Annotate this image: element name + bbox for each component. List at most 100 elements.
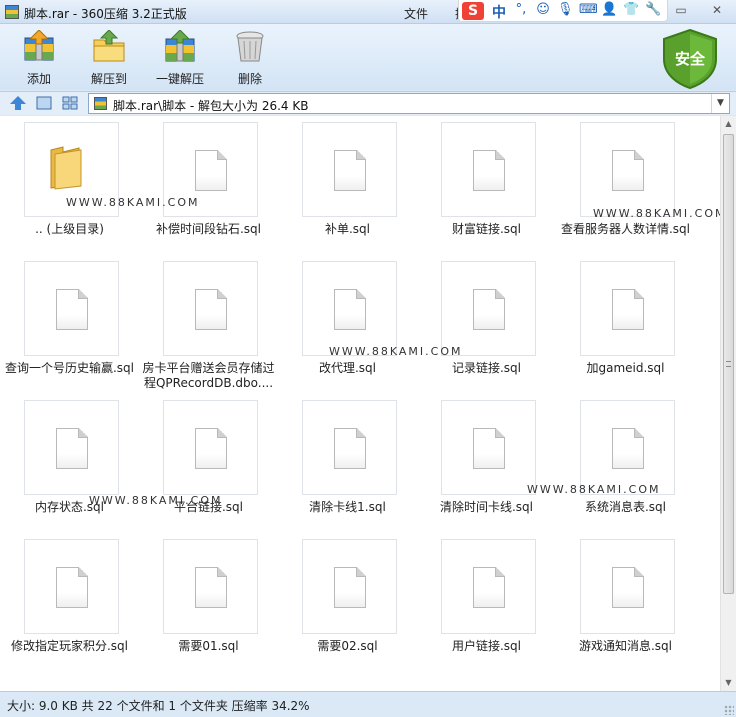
add-button[interactable]: 添加 [22, 29, 56, 87]
file-item[interactable]: 房卡平台赠送会员存储过程QPRecordDB.dbo.... [139, 255, 278, 393]
one-click-extract-button[interactable]: 一键解压 [155, 29, 205, 87]
file-item[interactable]: 清除时间卡线.sql [417, 394, 556, 532]
file-item[interactable]: 补偿时间段钻石.sql [139, 116, 278, 254]
delete-button[interactable]: 删除 [233, 30, 267, 87]
navigation-bar: 脚本.rar\脚本 - 解包大小为 26.4 KB ▼ [0, 91, 736, 115]
delete-label: 删除 [237, 72, 262, 86]
file-thumbnail [302, 122, 397, 217]
document-icon [56, 289, 88, 330]
scroll-down-icon[interactable]: ▼ [721, 675, 736, 691]
file-item[interactable]: 记录链接.sql [417, 255, 556, 393]
watermark: WWW.88KAMI.COM [89, 494, 223, 507]
scroll-up-icon[interactable]: ▲ [721, 116, 736, 132]
path-text: 脚本.rar\脚本 - 解包大小为 26.4 KB [113, 99, 309, 113]
file-thumbnail [441, 261, 536, 356]
file-thumbnail [441, 539, 536, 634]
file-list: .. (上级目录) 补偿时间段钻石.sql 补单.sql 财富链接.sql 查看服务器人… [0, 116, 720, 691]
window-title: 脚本.rar - 360压缩 3.2正式版 [24, 7, 187, 21]
vertical-scrollbar[interactable]: ▲ ▼ [720, 116, 736, 691]
person-icon[interactable]: 👤 [601, 2, 617, 18]
file-name: 清除卡线1.sql [309, 500, 386, 514]
wrench-icon[interactable]: 🔧 [645, 2, 661, 18]
punct-icon[interactable]: °, [513, 2, 529, 18]
file-item[interactable]: 清除卡线1.sql [278, 394, 417, 532]
file-name: 房卡平台赠送会员存储过程QPRecordDB.dbo.... [142, 361, 275, 390]
file-thumbnail [580, 261, 675, 356]
document-icon [473, 150, 505, 191]
archive-icon [94, 97, 107, 110]
grip-icon [726, 361, 731, 367]
menu-file[interactable]: 文件 [404, 5, 428, 22]
mic-icon[interactable]: 🎙 [557, 2, 574, 18]
file-thumbnail [24, 400, 119, 495]
file-name: 财富链接.sql [451, 222, 522, 236]
app-icon [5, 5, 19, 19]
one-click-extract-icon [163, 29, 197, 64]
toolbar: 添加 解压到 一键解压 删除 [0, 24, 736, 90]
file-thumbnail [302, 261, 397, 356]
scroll-thumb[interactable] [723, 134, 734, 594]
file-item[interactable]: 游戏通知消息.sql [556, 533, 695, 671]
folder-icon [49, 146, 83, 190]
file-name: 加gameid.sql [586, 361, 665, 375]
file-item[interactable]: 改代理.sql [278, 255, 417, 393]
document-icon [56, 428, 88, 469]
list-view-icon[interactable] [62, 96, 78, 110]
emoji-icon[interactable]: ☺ [535, 2, 551, 18]
parent-folder-item[interactable]: .. (上级目录) [0, 116, 139, 254]
file-name: 记录链接.sql [451, 361, 522, 375]
file-item[interactable]: 需要01.sql [139, 533, 278, 671]
one-click-extract-label: 一键解压 [155, 72, 204, 86]
file-item[interactable]: 需要02.sql [278, 533, 417, 671]
large-icons-view-icon[interactable] [36, 96, 52, 110]
file-thumbnail [441, 122, 536, 217]
file-name: 需要01.sql [178, 639, 239, 653]
document-icon [473, 567, 505, 608]
file-item[interactable]: 修改指定玩家积分.sql [0, 533, 139, 671]
up-arrow-icon[interactable] [10, 96, 26, 110]
file-item[interactable]: 加gameid.sql [556, 255, 695, 393]
status-bar: 大小: 9.0 KB 共 22 个文件和 1 个文件夹 压缩率 34.2% [0, 691, 736, 717]
file-thumbnail [580, 122, 675, 217]
resize-grip-icon[interactable] [724, 705, 734, 715]
file-item[interactable]: 查看服务器人数详情.sql [556, 116, 695, 254]
file-item[interactable]: 补单.sql [278, 116, 417, 254]
security-shield-icon[interactable]: 安全 [662, 28, 718, 90]
document-icon [195, 289, 227, 330]
ime-language-toggle[interactable]: 中 [492, 2, 506, 22]
file-item[interactable]: 财富链接.sql [417, 116, 556, 254]
file-item[interactable]: 内存状态.sql [0, 394, 139, 532]
close-button[interactable]: ✕ [706, 2, 728, 19]
file-thumbnail [302, 539, 397, 634]
file-thumbnail [163, 400, 258, 495]
minimize-button[interactable]: ▭ [670, 2, 692, 19]
watermark: WWW.88KAMI.COM [527, 483, 661, 496]
file-thumbnail [441, 400, 536, 495]
document-icon [612, 150, 644, 191]
sogou-logo-icon[interactable]: S [462, 2, 484, 20]
file-item[interactable]: 用户链接.sql [417, 533, 556, 671]
ime-toolbar: S 中 °, ☺ 🎙 ⌨ 👤 👕 🔧 [458, 0, 668, 22]
document-icon [195, 150, 227, 191]
file-name: 系统消息表.sql [584, 500, 667, 514]
document-icon [195, 567, 227, 608]
file-thumbnail [163, 539, 258, 634]
shirt-icon[interactable]: 👕 [623, 2, 639, 18]
extract-to-label: 解压到 [90, 72, 127, 86]
extract-to-button[interactable]: 解压到 [90, 29, 128, 87]
file-thumbnail [163, 261, 258, 356]
file-name: 改代理.sql [318, 361, 377, 375]
file-item[interactable]: 平台链接.sql [139, 394, 278, 532]
document-icon [334, 289, 366, 330]
path-field[interactable]: 脚本.rar\脚本 - 解包大小为 26.4 KB ▼ [88, 93, 730, 114]
delete-icon [233, 30, 267, 64]
file-name: 查询一个号历史输赢.sql [4, 361, 135, 375]
keyboard-icon[interactable]: ⌨ [579, 2, 598, 18]
file-item[interactable]: 系统消息表.sql [556, 394, 695, 532]
file-item[interactable]: 查询一个号历史输赢.sql [0, 255, 139, 393]
security-badge-label: 安全 [674, 50, 705, 68]
document-icon [334, 567, 366, 608]
file-name: 用户链接.sql [451, 639, 522, 653]
chevron-down-icon[interactable]: ▼ [711, 94, 729, 113]
document-icon [473, 428, 505, 469]
